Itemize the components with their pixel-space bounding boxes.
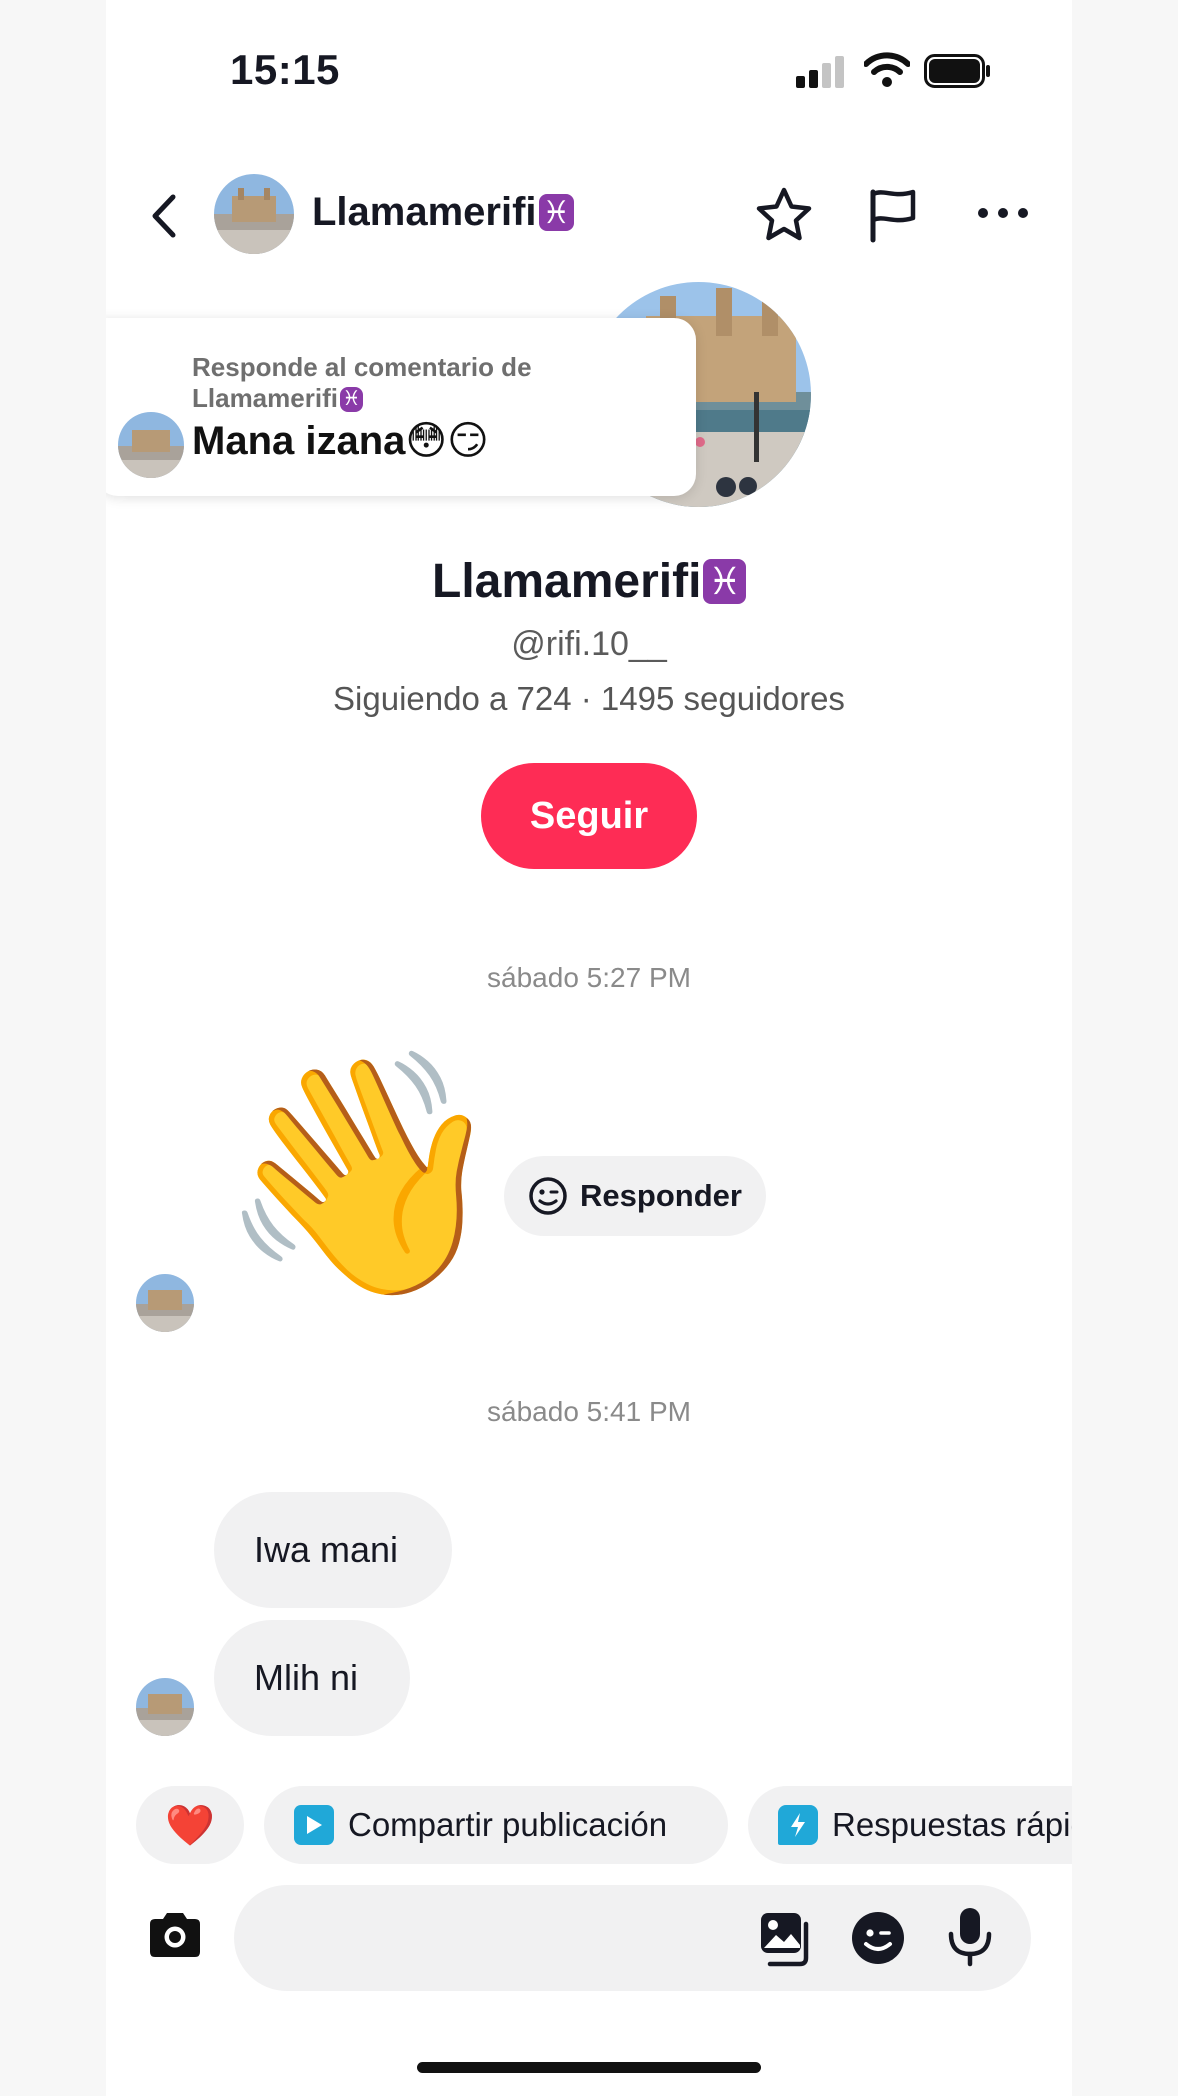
play-icon [294,1805,334,1845]
message-timestamp: sábado 5:41 PM [487,1396,691,1427]
camera-icon [150,1913,200,1957]
reply-comment-text: Mana izana😳😏 [192,419,489,463]
header-name: Llamamerifi [312,190,537,234]
chat-screen: 15:15 Llamamerifi ♓ Responde al comentar… [106,0,1072,2096]
zodiac-badge: ♓ [538,193,574,231]
sticker-icon [852,1912,904,1964]
gallery-icon [761,1913,809,1967]
star-outline-icon [756,187,812,241]
home-indicator [417,2062,761,2073]
header-title[interactable]: Llamamerifi ♓ [312,190,574,235]
camera-button[interactable] [146,1910,204,1965]
profile-name: Llamamerifi ♓ [106,554,1072,609]
quick-replies-chip[interactable]: Respuestas rápidas [748,1786,1072,1864]
more-horizontal-icon [978,208,1028,218]
profile-stats: Siguiendo a 724 · 1495 seguidores [333,680,845,717]
report-button[interactable] [866,186,920,249]
comment-reply-card[interactable]: Responde al comentario de Llamamerifi ♓ M… [106,318,696,496]
chevron-left-icon [152,194,176,238]
follow-button[interactable]: Seguir [481,763,697,869]
zodiac-badge: ♓ [703,559,746,604]
heart-icon: ❤️ [165,1803,215,1848]
reply-button-label: Responder [580,1178,742,1213]
signal-icon [796,56,846,93]
status-time: 15:15 [230,46,340,93]
header-avatar[interactable] [214,174,294,254]
smiley-wink-icon [529,1177,567,1215]
sticker-button[interactable] [850,1910,906,1971]
gallery-button[interactable] [758,1910,814,1973]
quick-replies-label: Respuestas rápidas [832,1806,1072,1843]
message-timestamp: sábado 5:27 PM [487,962,691,993]
reply-caption: Responde al comentario de Llamamerifi ♓ [192,352,612,414]
profile-handle: @rifi.10__ [511,625,667,663]
message-bubble[interactable]: Mlih ni [214,1620,410,1736]
voice-button[interactable] [946,1906,994,1973]
heart-chip[interactable]: ❤️ [136,1786,244,1864]
back-button[interactable] [136,188,192,244]
reply-button[interactable]: Responder [504,1156,766,1236]
wave-emoji-message[interactable]: 👋 [216,1040,510,1310]
profile-name-text: Llamamerifi [432,555,702,608]
microphone-icon [948,1908,992,1967]
commenter-avatar [118,412,184,478]
sender-avatar[interactable] [136,1678,194,1736]
favorite-button[interactable] [754,186,814,249]
more-button[interactable] [976,198,1030,233]
zodiac-badge: ♓ [339,387,363,412]
sender-avatar[interactable] [136,1274,194,1332]
flag-outline-icon [870,189,916,243]
message-bubble[interactable]: Iwa mani [214,1492,452,1608]
wifi-icon [863,52,911,93]
message-input[interactable] [234,1885,1031,1991]
battery-icon [924,54,992,93]
share-post-chip[interactable]: Compartir publicación [264,1786,728,1864]
share-post-label: Compartir publicación [348,1806,668,1843]
lightning-bubble-icon [778,1805,818,1845]
